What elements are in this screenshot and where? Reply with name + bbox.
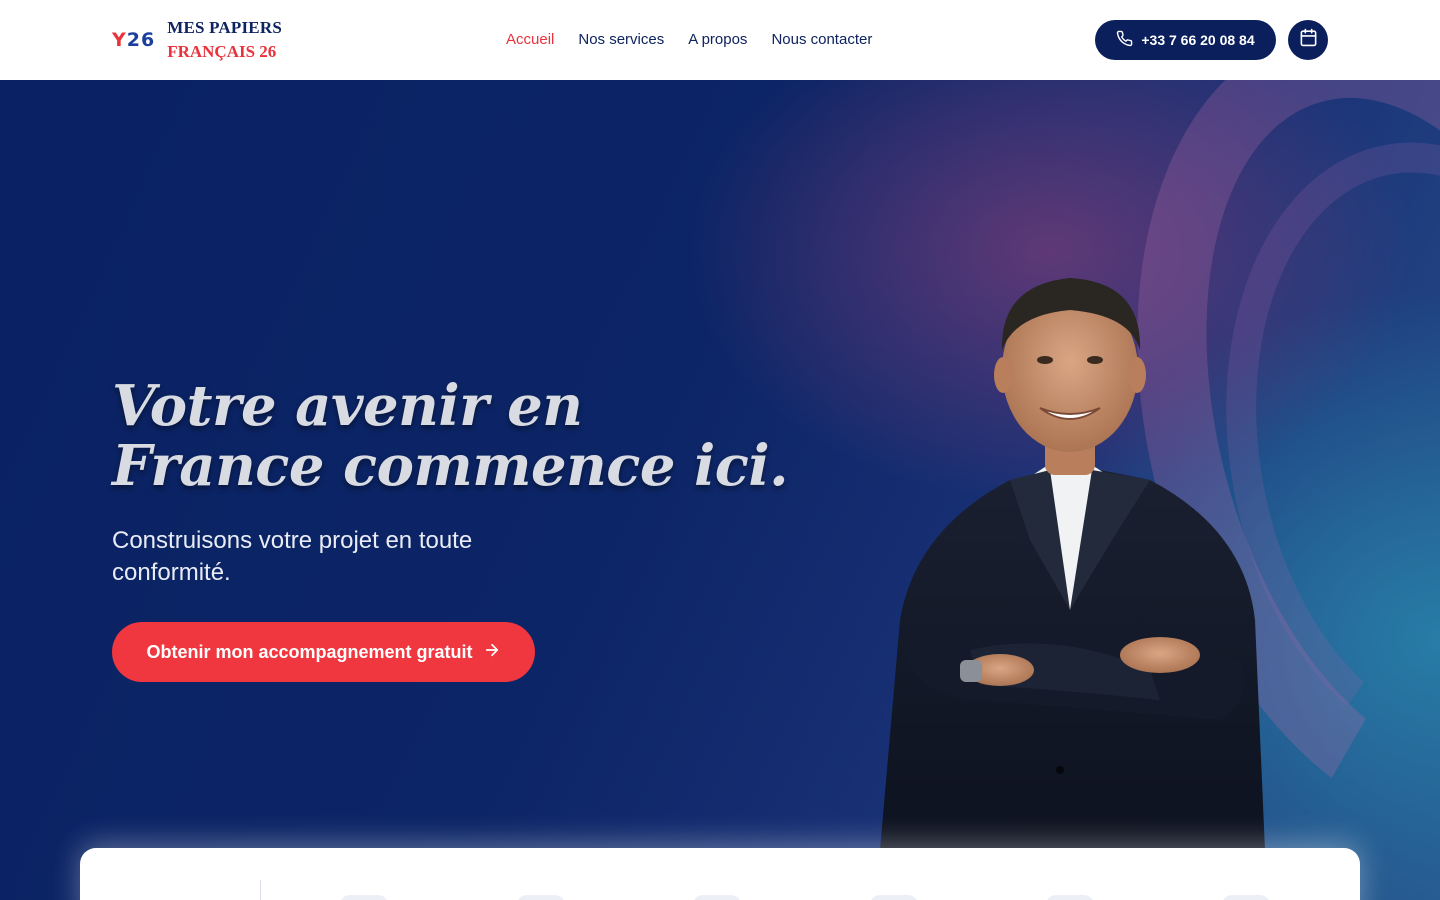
arrow-right-icon [483, 641, 501, 664]
logo-mark-letter: Y [112, 29, 127, 51]
brand-logo[interactable]: Y26 MES PAPIERS FRANÇAIS 26 [112, 16, 282, 64]
advisor-portrait-image [880, 278, 1265, 850]
nav-item-accueil[interactable]: Accueil [506, 30, 554, 50]
main-nav: Accueil Nos services A propos Nous conta… [506, 30, 872, 50]
logo-line-1: MES PAPIERS [167, 18, 282, 37]
card-icon-placeholder [870, 895, 918, 900]
free-consultation-button[interactable]: Obtenir mon accompagnement gratuit [112, 622, 535, 682]
nav-item-nos-services[interactable]: Nos services [578, 30, 664, 50]
calendar-icon [1299, 28, 1318, 52]
nav-item-a-propos[interactable]: A propos [688, 30, 747, 50]
card-divider [260, 880, 261, 900]
calendar-button[interactable] [1288, 20, 1328, 60]
phone-icon [1116, 30, 1133, 50]
phone-call-button[interactable]: +33 7 66 20 08 84 [1095, 20, 1276, 60]
card-icon-placeholder [1046, 895, 1094, 900]
logo-mark-number: 26 [126, 29, 156, 51]
cta-label: Obtenir mon accompagnement gratuit [146, 641, 473, 662]
site-header: Y26 MES PAPIERS FRANÇAIS 26 Accueil Nos … [0, 0, 1440, 80]
info-card [80, 848, 1360, 900]
card-icon-placeholder [1222, 895, 1270, 900]
card-icon-placeholder [517, 895, 565, 900]
hero-headline-line-2: France commence ici. [112, 433, 789, 499]
hero-headline: Votre avenir en France commence ici. [112, 373, 789, 499]
hero-section: Votre avenir en France commence ici. Con… [0, 80, 1440, 900]
card-icon-placeholder [693, 895, 741, 900]
logo-wordmark: MES PAPIERS FRANÇAIS 26 [167, 16, 282, 64]
logo-mark: Y26 [112, 29, 155, 51]
phone-number-label: +33 7 66 20 08 84 [1141, 32, 1255, 48]
hero-subtitle: Construisons votre projet en toute confo… [112, 527, 473, 586]
hero-headline-line-1: Votre avenir en [112, 373, 583, 439]
card-icon-placeholder [340, 895, 388, 900]
nav-item-nous-contacter[interactable]: Nous contacter [771, 30, 872, 50]
logo-line-2: FRANÇAIS 26 [167, 42, 277, 61]
